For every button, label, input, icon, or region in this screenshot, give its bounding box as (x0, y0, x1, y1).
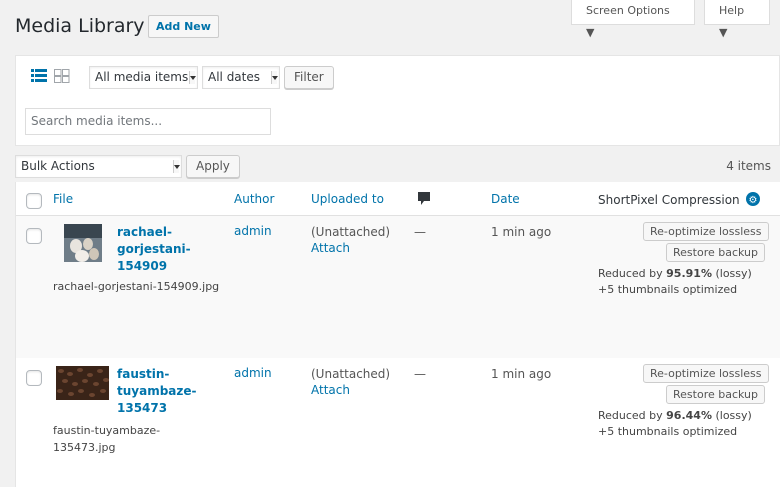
comment-icon[interactable] (418, 192, 430, 209)
author-link[interactable]: admin (234, 224, 272, 238)
table-row: rachael- gorjestani- 154909 rachael-gorj… (16, 216, 780, 358)
compression-label: ShortPixel Compression (598, 193, 740, 207)
date-value: 1 min ago (491, 225, 552, 239)
author-link[interactable]: admin (234, 366, 272, 380)
grid-view-icon[interactable] (54, 68, 70, 84)
bulk-actions-value: Bulk Actions (21, 159, 95, 173)
help-tab[interactable]: Help ▼ (704, 0, 770, 39)
media-filename: faustin-tuyambaze- 135473.jpg (53, 422, 160, 456)
dates-select[interactable]: All dates (202, 66, 280, 89)
reduced-prefix: Reduced by (598, 409, 667, 422)
thumbnails-optimized: +5 thumbnails optimized (598, 425, 738, 438)
bulk-actions-select[interactable]: Bulk Actions (15, 155, 182, 178)
column-author[interactable]: Author (234, 192, 274, 206)
row-checkbox[interactable] (26, 370, 42, 386)
media-title-line: tuyambaze- (117, 384, 197, 398)
page-title: Media Library (15, 15, 145, 37)
eggs-thumbnail[interactable] (64, 224, 102, 262)
unattached-label: (Unattached) (311, 367, 391, 381)
media-title-link[interactable]: rachael- gorjestani- 154909 (117, 224, 212, 275)
unattached-label: (Unattached) (311, 225, 391, 239)
comments-count: — (414, 367, 426, 381)
chevron-down-icon (189, 71, 196, 84)
column-date[interactable]: Date (491, 192, 520, 206)
filename-line: faustin-tuyambaze- (53, 424, 161, 437)
media-title-link[interactable]: faustin- tuyambaze- 135473 (117, 366, 212, 417)
items-count: 4 items (726, 159, 771, 173)
restore-backup-button[interactable]: Restore backup (666, 243, 765, 262)
reduced-suffix: (lossy) (711, 267, 752, 280)
uploaded-to-cell: (Unattached) Attach (311, 224, 390, 255)
media-title-line: faustin- (117, 367, 170, 381)
reduced-line: Reduced by 96.44% (lossy) (598, 408, 752, 424)
compression-result: Reduced by 96.44% (lossy) +5 thumbnails … (598, 408, 752, 440)
media-title-line: rachael- (117, 225, 173, 239)
attach-link[interactable]: Attach (311, 383, 390, 397)
media-type-select[interactable]: All media items (89, 66, 198, 89)
reduced-percent: 95.91% (666, 267, 712, 280)
media-table: File Author Uploaded to Date ShortPixel … (15, 182, 780, 487)
attach-link[interactable]: Attach (311, 241, 390, 255)
filter-button[interactable]: Filter (284, 66, 334, 89)
column-uploaded-to[interactable]: Uploaded to (311, 192, 384, 206)
chevron-down-icon (271, 71, 278, 84)
column-file[interactable]: File (53, 192, 73, 206)
media-title-line: gorjestani- (117, 242, 191, 256)
reoptimize-lossless-button[interactable]: Re-optimize lossless (643, 222, 769, 241)
row-checkbox[interactable] (26, 228, 42, 244)
reduced-percent: 96.44% (666, 409, 712, 422)
select-all-checkbox[interactable] (26, 193, 42, 209)
screen-options-tab[interactable]: Screen Options ▼ (571, 0, 695, 39)
chevron-down-icon (173, 160, 180, 173)
media-filename: rachael-gorjestani-154909.jpg (53, 280, 220, 293)
column-shortpixel-compression: ShortPixel Compression ⚙ (598, 192, 761, 209)
compression-result: Reduced by 95.91% (lossy) +5 thumbnails … (598, 266, 752, 298)
comments-count: — (414, 225, 426, 239)
media-title-line: 154909 (117, 259, 168, 273)
date-value: 1 min ago (491, 367, 552, 381)
reduced-suffix: (lossy) (711, 409, 752, 422)
reduced-prefix: Reduced by (598, 267, 667, 280)
media-filter-bar: All media items All dates Filter Search … (15, 55, 780, 146)
reduced-line: Reduced by 95.91% (lossy) (598, 266, 752, 282)
media-type-value: All media items (95, 70, 189, 84)
filename-line: 135473.jpg (53, 441, 116, 454)
list-view-icon[interactable] (31, 68, 47, 84)
table-header: File Author Uploaded to Date ShortPixel … (16, 182, 780, 216)
apply-button[interactable]: Apply (186, 155, 240, 178)
reoptimize-lossless-button[interactable]: Re-optimize lossless (643, 364, 769, 383)
thumbnails-optimized: +5 thumbnails optimized (598, 283, 738, 296)
add-new-button[interactable]: Add New (148, 15, 219, 38)
coffee-beans-thumbnail[interactable] (56, 366, 109, 400)
restore-backup-button[interactable]: Restore backup (666, 385, 765, 404)
media-title-line: 135473 (117, 401, 168, 415)
table-row: faustin- tuyambaze- 135473 faustin-tuyam… (16, 358, 780, 487)
dates-value: All dates (208, 70, 261, 84)
svg-text:⚙: ⚙ (749, 195, 758, 206)
uploaded-to-cell: (Unattached) Attach (311, 366, 390, 397)
shortpixel-info-icon[interactable]: ⚙ (746, 192, 761, 209)
search-input[interactable]: Search media items... (25, 108, 271, 135)
